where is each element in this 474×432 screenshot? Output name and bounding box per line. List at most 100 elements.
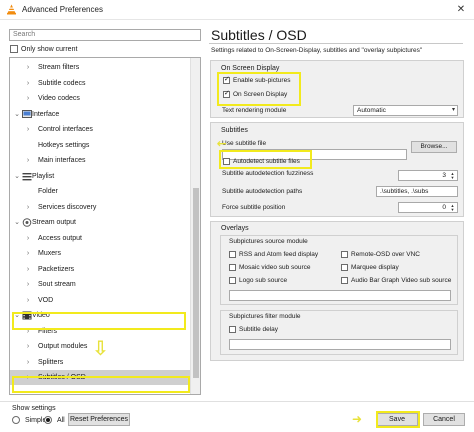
title-divider <box>209 43 463 44</box>
fuzziness-label: Subtitle autodetection fuzziness <box>222 170 314 177</box>
fuzziness-stepper[interactable]: 3 ▲ ▼ <box>398 170 458 181</box>
tree-item[interactable]: › Access output <box>10 231 190 246</box>
spin-down-icon[interactable]: ▼ <box>449 208 456 212</box>
text-rendering-value: Automatic <box>357 107 386 114</box>
option-label: Marquee display <box>351 264 399 271</box>
chevron-down-icon[interactable]: ⌄ <box>13 169 21 184</box>
radio-all-label: All <box>56 416 65 424</box>
force-position-value: 0 <box>442 204 446 211</box>
tree-item[interactable]: Folder <box>10 184 190 199</box>
chevron-right-icon[interactable]: › <box>24 355 32 370</box>
browse-button[interactable]: Browse... <box>411 141 457 153</box>
radio-simple-dot[interactable] <box>12 416 20 424</box>
osd-group-title: On Screen Display <box>221 65 280 72</box>
tree-scrollbar[interactable] <box>190 58 200 394</box>
chevron-down-icon: ▾ <box>451 107 455 113</box>
force-position-stepper[interactable]: 0 ▲ ▼ <box>398 202 458 213</box>
checkbox-box[interactable] <box>229 251 236 258</box>
tree-item[interactable]: › Video codecs <box>10 91 190 106</box>
reset-preferences-button[interactable]: Reset Preferences <box>68 413 130 426</box>
subtitle-delay-label: Subtitle delay <box>239 326 279 333</box>
tree-item-label: Interface <box>32 110 60 118</box>
tree-item[interactable]: › Control interfaces <box>10 122 190 137</box>
subtitle-delay-checkbox[interactable]: Subtitle delay <box>229 326 278 333</box>
chevron-right-icon[interactable]: › <box>24 60 32 75</box>
down-arrow-icon: ⇩ <box>92 338 109 360</box>
checkbox-box[interactable] <box>229 326 236 333</box>
fuzziness-value: 3 <box>442 172 446 179</box>
tree-item-label: Subtitle codecs <box>38 79 86 87</box>
right-arrow-icon: ➜ <box>352 412 363 426</box>
chevron-right-icon[interactable]: › <box>24 293 32 308</box>
autodetect-paths-label: Subtitle autodetection paths <box>222 188 303 195</box>
option-label: Logo sub source <box>239 277 288 284</box>
tree-item-label: VOD <box>38 296 54 304</box>
text-rendering-select[interactable]: Automatic ▾ <box>353 105 458 116</box>
checkbox-box[interactable] <box>341 277 348 284</box>
tree-item[interactable]: › VOD <box>10 293 190 308</box>
radio-all-dot[interactable] <box>44 416 52 424</box>
tree-item-label: Output modules <box>38 343 88 350</box>
radio-simple[interactable]: Simple <box>12 416 46 424</box>
tree-item[interactable]: › Muxers <box>10 246 190 261</box>
checkbox-box[interactable] <box>341 251 348 258</box>
chevron-right-icon[interactable]: › <box>24 122 32 137</box>
tree-item[interactable]: › Stream filters <box>10 60 190 75</box>
chevron-down-icon[interactable]: ⌄ <box>13 107 21 122</box>
overlays-group-title: Overlays <box>221 225 249 232</box>
stream-output-icon <box>22 218 32 227</box>
spin-down-icon[interactable]: ▼ <box>449 176 456 180</box>
tree-item-label: Hotkeys settings <box>38 141 90 149</box>
checkbox-box[interactable] <box>229 264 236 271</box>
source-module-input[interactable] <box>229 290 451 301</box>
search-input[interactable]: Search <box>9 29 201 41</box>
rss-feed-checkbox[interactable]: RSS and Atom feed display <box>229 251 318 258</box>
cancel-button[interactable]: Cancel <box>423 413 465 426</box>
tree-item[interactable]: Hotkeys settings <box>10 138 190 153</box>
mosaic-checkbox[interactable]: Mosaic video sub source <box>229 264 311 271</box>
vlc-cone-icon <box>6 4 17 15</box>
highlight-save <box>376 411 420 428</box>
tree-item[interactable]: › Main interfaces <box>10 153 190 168</box>
checkbox-box[interactable] <box>10 45 18 53</box>
tree-item-label: Control interfaces <box>38 126 93 133</box>
option-label: Remote-OSD over VNC <box>351 251 420 258</box>
tree-item-label: Stream filters <box>38 64 80 71</box>
chevron-right-icon[interactable]: › <box>24 91 32 106</box>
tree-item[interactable]: ⌄ Playlist <box>10 169 190 184</box>
chevron-right-icon[interactable]: › <box>24 76 32 91</box>
audio-bar-graph-checkbox[interactable]: Audio Bar Graph Video sub source <box>341 277 451 284</box>
page-description: Settings related to On-Screen-Display, s… <box>211 47 423 54</box>
chevron-right-icon[interactable]: › <box>24 200 32 215</box>
marquee-checkbox[interactable]: Marquee display <box>341 264 399 271</box>
only-show-current-label: Only show current <box>21 45 78 53</box>
tree-item[interactable]: › Services discovery <box>10 200 190 215</box>
logo-checkbox[interactable]: Logo sub source <box>229 277 287 284</box>
scrollbar-thumb[interactable] <box>193 188 199 378</box>
checkbox-box[interactable] <box>341 264 348 271</box>
tree-item[interactable]: › Packetizers <box>10 262 190 277</box>
page-title: Subtitles / OSD <box>211 27 307 43</box>
chevron-right-icon[interactable]: › <box>24 262 32 277</box>
option-label: Mosaic video sub source <box>239 264 311 271</box>
highlight-osd-options <box>217 72 301 106</box>
radio-all[interactable]: All <box>44 416 65 424</box>
tree-item-label: Services discovery <box>38 203 97 211</box>
chevron-right-icon[interactable]: › <box>24 231 32 246</box>
only-show-current-checkbox[interactable]: Only show current <box>10 45 77 53</box>
tree-item[interactable]: ⌄ Stream output <box>10 215 190 230</box>
tree-item[interactable]: › Sout stream <box>10 277 190 292</box>
close-icon[interactable]: ✕ <box>454 3 468 17</box>
checkbox-box[interactable] <box>229 277 236 284</box>
filter-module-input[interactable] <box>229 339 451 350</box>
chevron-right-icon[interactable]: › <box>24 246 32 261</box>
option-label: RSS and Atom feed display <box>239 251 319 258</box>
chevron-right-icon[interactable]: › <box>24 153 32 168</box>
chevron-down-icon[interactable]: ⌄ <box>13 215 21 230</box>
chevron-right-icon[interactable]: › <box>24 339 32 354</box>
chevron-right-icon[interactable]: › <box>24 277 32 292</box>
tree-item[interactable]: ⌄ Interface <box>10 107 190 122</box>
remote-osd-checkbox[interactable]: Remote-OSD over VNC <box>341 251 420 258</box>
tree-item[interactable]: › Subtitle codecs <box>10 76 190 91</box>
autodetect-paths-input[interactable]: .\subtitles, .\subs <box>376 186 458 197</box>
